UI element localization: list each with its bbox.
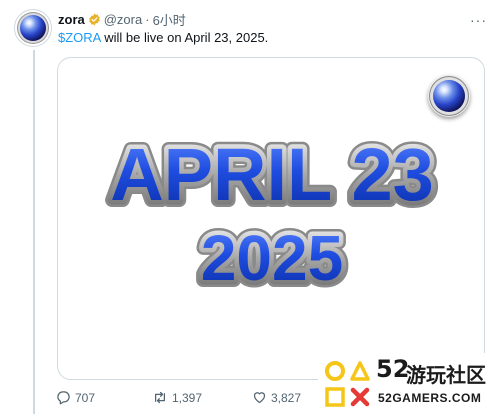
watermark: 52 游玩社区 52GAMERS.COM — [318, 353, 499, 414]
watermark-logo-icon — [325, 361, 370, 407]
repost-count: 1,397 — [172, 390, 203, 405]
heart-icon — [253, 392, 266, 404]
display-name[interactable]: zora — [58, 12, 85, 27]
tweet-text: $ZORA will be live on April 23, 2025. — [58, 30, 268, 45]
date-line1: APRIL 23 — [110, 133, 434, 216]
date-line2: 2025 — [201, 222, 343, 294]
date-graphic: APRIL 23 APRIL 23 APRIL 23 2025 2025 202… — [103, 126, 441, 301]
tweet-header: zora @zora · 6小时 — [58, 10, 186, 29]
watermark-number: 52 — [376, 355, 410, 383]
watermark-domain: 52GAMERS.COM — [378, 391, 482, 405]
watermark-site-name: 游玩社区 — [406, 365, 486, 387]
zora-orb-icon — [20, 15, 46, 41]
reply-count: 707 — [75, 390, 96, 405]
like-count: 3,827 — [271, 390, 302, 405]
handle[interactable]: @zora — [104, 12, 143, 27]
tweet-text-body: will be live on April 23, 2025. — [100, 30, 269, 45]
timestamp[interactable]: 6小时 — [153, 10, 186, 29]
media-image[interactable]: APRIL 23 APRIL 23 APRIL 23 2025 2025 202… — [57, 57, 485, 380]
repost-button[interactable]: 1,397 — [152, 390, 202, 405]
repost-icon — [155, 391, 165, 404]
reply-button[interactable]: 707 — [56, 390, 95, 405]
verified-badge-icon — [88, 13, 100, 26]
separator-dot: · — [145, 12, 150, 27]
thread-line — [33, 50, 35, 414]
reply-icon — [57, 391, 70, 405]
more-options-icon[interactable]: ··· — [470, 12, 487, 28]
cashtag-link[interactable]: $ZORA — [58, 30, 101, 45]
like-button[interactable]: 3,827 — [252, 390, 301, 405]
avatar[interactable] — [14, 9, 52, 47]
